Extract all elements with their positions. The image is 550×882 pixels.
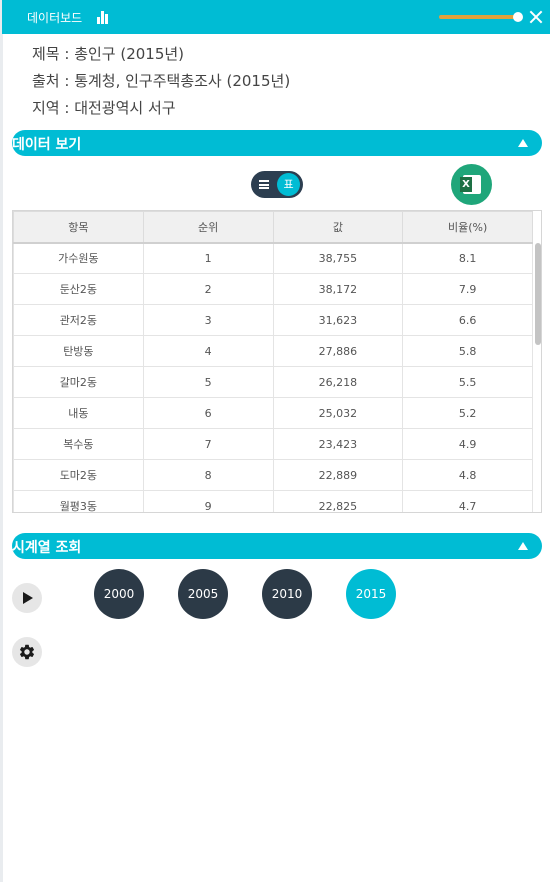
- cell-ratio: 6.6: [402, 304, 533, 336]
- cell-value: 31,623: [272, 304, 404, 336]
- table-row[interactable]: 갈마2동 5 26,218 5.5: [13, 366, 533, 398]
- excel-download-button[interactable]: X: [451, 164, 492, 205]
- year-button-2005[interactable]: 2005: [178, 569, 228, 619]
- table-header-row: 항목 순위 값 비율(%): [13, 211, 533, 244]
- cell-value: 38,172: [272, 273, 404, 305]
- slider-knob[interactable]: [513, 12, 523, 22]
- cell-ratio: 5.5: [402, 366, 533, 398]
- cell-rank: 6: [142, 397, 274, 429]
- cell-rank: 5: [142, 366, 274, 398]
- cell-ratio: 8.1: [402, 242, 533, 274]
- play-button[interactable]: [12, 583, 42, 613]
- cell-rank: 3: [142, 304, 274, 336]
- table-row[interactable]: 월평3동 9 22,825 4.7: [13, 490, 533, 512]
- excel-icon: X: [460, 177, 472, 192]
- cell-item: 갈마2동: [13, 366, 144, 398]
- cell-ratio: 4.8: [402, 459, 533, 491]
- cell-ratio: 5.8: [402, 335, 533, 367]
- data-view-section-header[interactable]: 데이터 보기: [12, 130, 542, 156]
- meta-title: 제목 : 총인구 (2015년): [32, 45, 185, 63]
- timeseries-section-header[interactable]: 시계열 조회: [12, 533, 542, 559]
- cell-item: 월평3동: [13, 490, 144, 512]
- cell-item: 가수원동: [13, 242, 144, 274]
- cell-item: 내동: [13, 397, 144, 429]
- table-row[interactable]: 복수동 7 23,423 4.9: [13, 428, 533, 460]
- settings-button[interactable]: [12, 637, 42, 667]
- cell-rank: 4: [142, 335, 274, 367]
- data-table-container[interactable]: 항목 순위 값 비율(%) 가수원동 1 38,755 8.1 둔산2동 2 3…: [12, 210, 542, 513]
- app-title: 데이터보드: [27, 11, 83, 25]
- header-rank[interactable]: 순위: [142, 211, 274, 244]
- gear-icon: [19, 644, 35, 660]
- timeseries-section-label: 시계열 조회: [12, 540, 82, 556]
- year-button-2015[interactable]: 2015: [346, 569, 396, 619]
- cell-ratio: 4.7: [402, 490, 533, 512]
- cell-value: 27,886: [272, 335, 404, 367]
- cell-item: 도마2동: [13, 459, 144, 491]
- table-row[interactable]: 가수원동 1 38,755 8.1: [13, 242, 533, 274]
- title-bar: 데이터보드: [2, 0, 550, 34]
- view-mode-toggle[interactable]: 표: [251, 171, 303, 198]
- left-window-edge: [0, 0, 3, 882]
- caret-up-icon[interactable]: [518, 139, 528, 147]
- cell-value: 38,755: [272, 242, 404, 274]
- table-row[interactable]: 탄방동 4 27,886 5.8: [13, 335, 533, 367]
- table-row[interactable]: 둔산2동 2 38,172 7.9: [13, 273, 533, 305]
- meta-source: 출처 : 통계청, 인구주택총조사 (2015년): [32, 72, 291, 90]
- data-view-section-label: 데이터 보기: [12, 137, 82, 153]
- cell-value: 25,032: [272, 397, 404, 429]
- opacity-slider[interactable]: [439, 12, 523, 22]
- cell-item: 둔산2동: [13, 273, 144, 305]
- table-scrollbar[interactable]: [535, 243, 541, 345]
- data-table: 항목 순위 값 비율(%) 가수원동 1 38,755 8.1 둔산2동 2 3…: [13, 211, 533, 512]
- header-value[interactable]: 값: [272, 211, 404, 244]
- cell-ratio: 5.2: [402, 397, 533, 429]
- cell-value: 23,423: [272, 428, 404, 460]
- cell-rank: 8: [142, 459, 274, 491]
- year-button-2010[interactable]: 2010: [262, 569, 312, 619]
- cell-rank: 7: [142, 428, 274, 460]
- cell-rank: 1: [142, 242, 274, 274]
- slider-track: [439, 15, 517, 19]
- table-view-knob[interactable]: 표: [277, 173, 300, 196]
- close-icon[interactable]: [529, 10, 543, 24]
- meta-region: 지역 : 대전광역시 서구: [32, 99, 176, 117]
- caret-up-icon[interactable]: [518, 542, 528, 550]
- cell-item: 탄방동: [13, 335, 144, 367]
- cell-value: 22,889: [272, 459, 404, 491]
- table-row[interactable]: 관저2동 3 31,623 6.6: [13, 304, 533, 336]
- cell-ratio: 4.9: [402, 428, 533, 460]
- cell-rank: 9: [142, 490, 274, 512]
- play-icon: [23, 592, 33, 604]
- header-item[interactable]: 항목: [13, 211, 144, 244]
- cell-value: 22,825: [272, 490, 404, 512]
- bar-chart-icon: [95, 10, 111, 24]
- cell-ratio: 7.9: [402, 273, 533, 305]
- cell-item: 관저2동: [13, 304, 144, 336]
- cell-rank: 2: [142, 273, 274, 305]
- table-row[interactable]: 내동 6 25,032 5.2: [13, 397, 533, 429]
- cell-value: 26,218: [272, 366, 404, 398]
- header-ratio[interactable]: 비율(%): [402, 211, 533, 244]
- list-icon[interactable]: [259, 180, 269, 189]
- year-button-2000[interactable]: 2000: [94, 569, 144, 619]
- cell-item: 복수동: [13, 428, 144, 460]
- table-row[interactable]: 도마2동 8 22,889 4.8: [13, 459, 533, 491]
